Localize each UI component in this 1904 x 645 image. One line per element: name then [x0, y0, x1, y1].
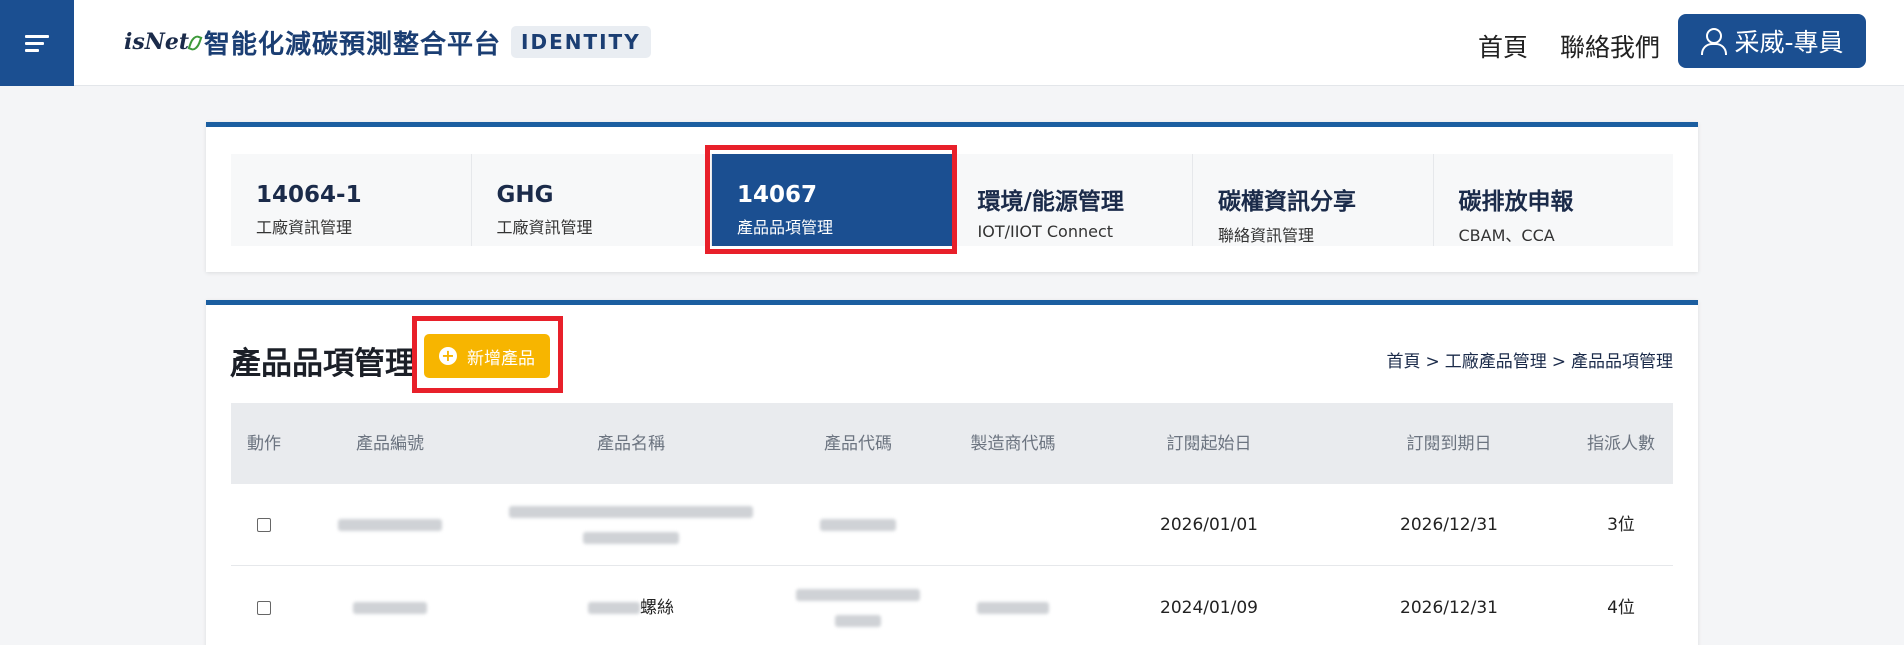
- assignee-count-cell: 3位: [1607, 514, 1635, 535]
- col-header-product-name: 產品名稱: [597, 433, 665, 454]
- product-code-cell: [779, 582, 937, 634]
- breadcrumb-factory-products[interactable]: 工廠產品管理: [1445, 352, 1547, 372]
- product-name-cell: [483, 499, 779, 551]
- col-header-manufacturer-code: 製造商代碼: [970, 433, 1056, 454]
- product-no-cell: [297, 595, 483, 621]
- row-checkbox[interactable]: [257, 600, 271, 615]
- tab-subtitle: IOT/IIOT Connect: [977, 222, 1114, 241]
- redacted-text: [796, 588, 920, 601]
- tab-title: 碳排放申報: [1458, 189, 1574, 215]
- page-title: 產品品項管理: [230, 346, 416, 382]
- tab-subtitle: CBAM、CCA: [1458, 226, 1555, 245]
- brand[interactable]: isNet 智能化減碳預測整合平台 IDENTITY: [124, 22, 651, 62]
- redacted-text: [588, 601, 640, 614]
- highlight-box-add-button: [412, 316, 563, 393]
- identity-badge: IDENTITY: [511, 26, 651, 58]
- breadcrumb-separator: >: [1425, 352, 1440, 372]
- end-date-cell: 2026/12/31: [1400, 514, 1498, 535]
- table-row[interactable]: 螺絲 2024/01/09 2026/12/31 4位: [231, 567, 1673, 645]
- breadcrumb-current: 產品品項管理: [1571, 352, 1673, 372]
- table-header: 動作 產品編號 產品名稱 產品代碼 製造商代碼 訂閱起始日 訂閱到期日 指派人數: [231, 403, 1673, 484]
- breadcrumb-home[interactable]: 首頁: [1387, 352, 1421, 372]
- start-date-cell: 2024/01/09: [1160, 597, 1258, 618]
- tab-subtitle: 聯絡資訊管理: [1218, 226, 1315, 245]
- user-account-button[interactable]: 采威-專員: [1678, 14, 1866, 68]
- app-title: 智能化減碳預測整合平台: [204, 29, 502, 60]
- highlight-box-tab: [705, 145, 957, 254]
- start-date-cell: 2026/01/01: [1160, 514, 1258, 535]
- redacted-text: [820, 518, 896, 531]
- product-name-suffix: 螺絲: [640, 597, 674, 618]
- tab-14064-1[interactable]: 14064-1 工廠資訊管理: [231, 154, 472, 246]
- menu-toggle-button[interactable]: [0, 0, 74, 86]
- user-icon: [1700, 28, 1728, 55]
- col-header-product-code: 產品代碼: [824, 433, 892, 454]
- user-label: 采威-專員: [1734, 28, 1844, 57]
- end-date-cell: 2026/12/31: [1400, 597, 1498, 618]
- tab-environment-energy[interactable]: 環境/能源管理 IOT/IIOT Connect: [953, 154, 1193, 246]
- row-action: [231, 517, 297, 532]
- tab-title: 14064-1: [256, 182, 362, 208]
- product-name-cell: 螺絲: [483, 595, 779, 621]
- logo-text: isNet: [124, 29, 190, 55]
- nav-contact-link[interactable]: 聯絡我們: [1560, 28, 1660, 64]
- hamburger-icon: [25, 31, 49, 56]
- breadcrumb: 首頁 > 工廠產品管理 > 產品品項管理: [1387, 347, 1674, 372]
- product-code-cell: [779, 512, 937, 538]
- tab-carbon-credit[interactable]: 碳權資訊分享 聯絡資訊管理: [1193, 154, 1434, 246]
- manufacturer-code-cell: [937, 595, 1089, 621]
- col-header-start-date: 訂閱起始日: [1166, 433, 1252, 454]
- redacted-text: [509, 505, 753, 518]
- col-header-action: 動作: [247, 433, 281, 454]
- redacted-text: [583, 531, 679, 544]
- tab-subtitle: 工廠資訊管理: [256, 218, 353, 237]
- tab-subtitle: 工廠資訊管理: [496, 218, 593, 237]
- redacted-text: [835, 614, 881, 627]
- col-header-assignee-count: 指派人數: [1587, 433, 1655, 454]
- assignee-count-cell: 4位: [1607, 597, 1635, 618]
- tab-title: GHG: [496, 182, 554, 208]
- redacted-text: [977, 601, 1049, 614]
- top-header: isNet 智能化減碳預測整合平台 IDENTITY 首頁 聯絡我們 采威-專員: [0, 0, 1904, 86]
- tab-title: 環境/能源管理: [977, 189, 1124, 215]
- col-header-end-date: 訂閱到期日: [1406, 433, 1492, 454]
- breadcrumb-separator: >: [1551, 352, 1566, 372]
- isnet-logo: isNet: [124, 29, 203, 55]
- row-checkbox[interactable]: [257, 517, 271, 532]
- product-no-cell: [297, 512, 483, 538]
- tab-ghg[interactable]: GHG 工廠資訊管理: [472, 154, 712, 246]
- table-row[interactable]: 2026/01/01 2026/12/31 3位: [231, 484, 1673, 566]
- tab-title: 碳權資訊分享: [1218, 189, 1356, 215]
- col-header-product-no: 產品編號: [356, 433, 424, 454]
- nav-home-link[interactable]: 首頁: [1478, 28, 1528, 64]
- leaf-icon: [187, 33, 203, 53]
- tab-emission-report[interactable]: 碳排放申報 CBAM、CCA: [1434, 154, 1674, 246]
- row-action: [231, 600, 297, 615]
- redacted-text: [338, 518, 442, 531]
- redacted-text: [353, 601, 427, 614]
